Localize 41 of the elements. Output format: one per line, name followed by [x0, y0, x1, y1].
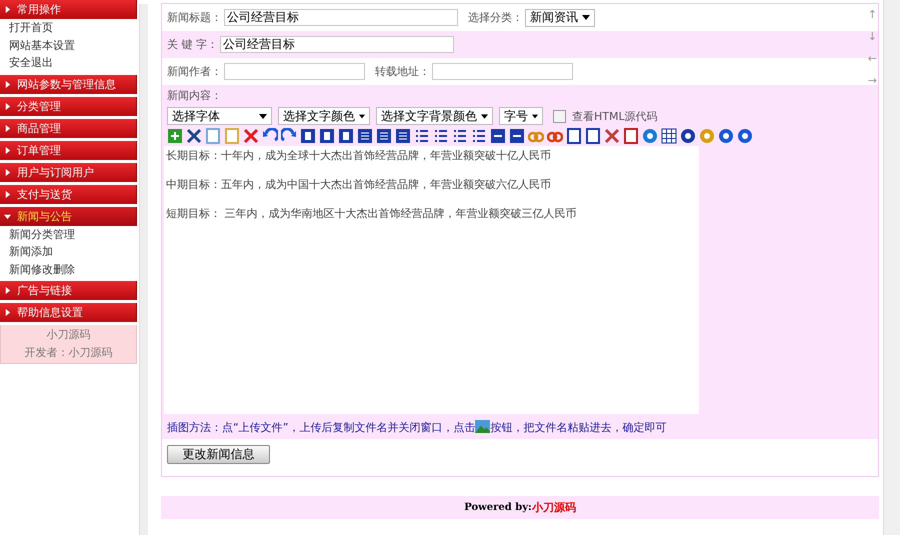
menu-item[interactable]: 打开首页	[9, 19, 137, 36]
menu-item[interactable]: 网站基本设置	[9, 36, 137, 54]
menu-item[interactable]: 新闻添加	[9, 243, 137, 260]
editor-paragraph: 中期目标：五年内，成为中国十大杰出首饰经营品牌，年营业额突破六亿人民币	[166, 177, 552, 192]
menu-header[interactable]: 用户与订阅用户	[0, 162, 137, 182]
hint-text: 插图方法：点“上传文件”，上传后复制文件名并关闭窗口，点击	[167, 420, 476, 435]
editor-select[interactable]: 选择文字背景颜色	[376, 107, 493, 125]
menu-header[interactable]: 常用操作	[0, 0, 137, 19]
footer-text: 开发者：小刀源码	[24, 345, 114, 361]
editor-select[interactable]: 选择字体	[167, 107, 272, 125]
keyword-field[interactable]: 公司经营目标	[220, 36, 454, 53]
field-label: 转载地址：	[375, 64, 430, 79]
menu-header[interactable]: 帮助信息设置	[0, 303, 137, 322]
menu-header[interactable]: 订单管理	[0, 140, 137, 160]
menu-header[interactable]: 新闻与公告	[0, 206, 137, 226]
menu-item[interactable]: 新闻分类管理	[9, 226, 137, 243]
footer-text: 小刀源码	[46, 327, 92, 343]
menu-header[interactable]: 商品管理	[0, 118, 137, 138]
hint-text: 按钮，把文件名粘贴进去，确定即可	[490, 420, 666, 435]
field-label: 选择分类：	[468, 10, 523, 25]
powered-by-text: Powered by:	[464, 502, 532, 513]
field-label: 关 键 字：	[167, 37, 218, 52]
title-field[interactable]: 公司经营目标	[224, 9, 458, 26]
menu-item[interactable]: 安全退出	[9, 54, 137, 72]
submit-button[interactable]: 更改新闻信息	[167, 445, 270, 464]
brand-link[interactable]: 小刀源码	[532, 500, 576, 515]
editor-area[interactable]: 长期目标：十年内，成为全球十大杰出首饰经营品牌，年营业额突破十亿人民币 中期目标：五年内，成为中国十大杰出首饰经营品牌，年营业额突破六亿人民币 短期目标： 三年内，成为华南地区十大杰出首饰经营品牌，年营业额突破三亿人民币	[164, 146, 699, 414]
editor-paragraph: 短期目标： 三年内，成为华南地区十大杰出首饰经营品牌，年营业额突破三亿人民币	[166, 206, 578, 221]
editor-paragraph: 长期目标：十年内，成为全球十大杰出首饰经营品牌，年营业额突破十亿人民币	[166, 148, 552, 163]
editor-select[interactable]: 字号	[499, 107, 543, 125]
field-label: 新闻内容：	[167, 88, 222, 104]
editor-select[interactable]: 选择文字颜色	[278, 107, 370, 125]
checkbox-label[interactable]: 查看HTML源代码	[572, 108, 658, 124]
menu-header[interactable]: 广告与链接	[0, 281, 137, 300]
menu-item[interactable]: 新闻修改删除	[9, 260, 137, 278]
field-label: 新闻作者：	[167, 64, 222, 79]
menu-header[interactable]: 支付与送货	[0, 184, 137, 204]
menu-header[interactable]: 网站参数与管理信息	[0, 74, 137, 94]
field-label: 新闻标题：	[167, 10, 222, 25]
menu-header[interactable]: 分类管理	[0, 96, 137, 116]
category-select[interactable]: 新闻资讯	[525, 8, 595, 26]
